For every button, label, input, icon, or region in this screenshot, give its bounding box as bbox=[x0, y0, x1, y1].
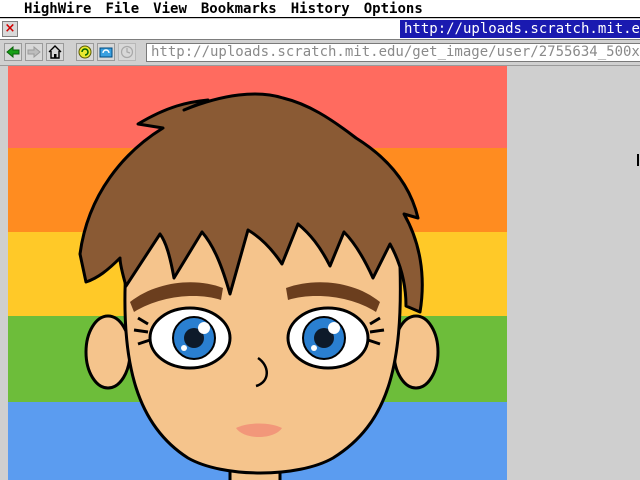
forward-arrow-icon bbox=[27, 46, 41, 58]
menu-history[interactable]: History bbox=[284, 0, 357, 18]
browser-content-area bbox=[0, 66, 640, 480]
right-ear bbox=[392, 314, 440, 390]
reload-button[interactable] bbox=[76, 43, 94, 61]
back-button[interactable] bbox=[4, 43, 22, 61]
menu-view[interactable]: View bbox=[146, 0, 194, 18]
back-arrow-icon bbox=[6, 46, 20, 58]
avatar-image bbox=[8, 66, 507, 480]
menu-file[interactable]: File bbox=[98, 0, 146, 18]
stop-button[interactable] bbox=[97, 43, 115, 61]
navigation-toolbar: http://uploads.scratch.mit.edu/get_image… bbox=[0, 40, 640, 66]
home-icon bbox=[48, 45, 62, 59]
history-icon bbox=[120, 45, 134, 59]
window-title-bar: × http://uploads.scratch.mit.e bbox=[0, 19, 640, 40]
window-title: http://uploads.scratch.mit.e bbox=[399, 20, 640, 38]
menu-bookmarks[interactable]: Bookmarks bbox=[194, 0, 284, 18]
close-window-button[interactable]: × bbox=[2, 21, 18, 37]
menu-bar: HighWire File View Bookmarks History Opt… bbox=[0, 0, 640, 18]
left-ear bbox=[84, 314, 132, 390]
url-input[interactable]: http://uploads.scratch.mit.edu/get_image… bbox=[146, 43, 640, 62]
menu-highwire[interactable]: HighWire bbox=[0, 0, 98, 18]
history-button[interactable] bbox=[118, 43, 136, 61]
home-button[interactable] bbox=[46, 43, 64, 61]
menu-options[interactable]: Options bbox=[357, 0, 430, 18]
reload-icon bbox=[78, 45, 92, 59]
mouse-cursor bbox=[637, 154, 639, 166]
cartoon-boy-face bbox=[78, 92, 440, 480]
forward-button[interactable] bbox=[25, 43, 43, 61]
stop-icon bbox=[99, 47, 113, 58]
